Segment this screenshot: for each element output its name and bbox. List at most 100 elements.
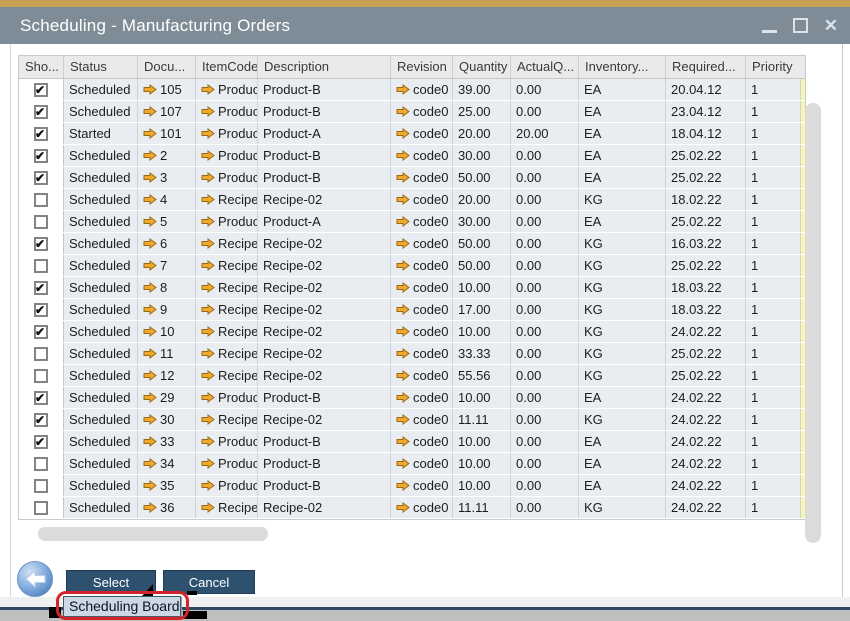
link-arrow-icon[interactable] — [201, 304, 215, 315]
row-checkbox[interactable]: ✔ — [34, 369, 48, 383]
row-checkbox[interactable]: ✔ — [34, 237, 48, 251]
link-arrow-icon[interactable] — [201, 458, 215, 469]
row-checkbox[interactable]: ✔ — [34, 457, 48, 471]
row-checkbox[interactable]: ✔ — [34, 435, 48, 449]
link-arrow-icon[interactable] — [143, 392, 157, 403]
row-checkbox[interactable]: ✔ — [34, 479, 48, 493]
row-checkbox[interactable]: ✔ — [34, 501, 48, 515]
row-checkbox[interactable]: ✔ — [34, 215, 48, 229]
maximize-icon[interactable] — [793, 18, 808, 33]
link-arrow-icon[interactable] — [143, 370, 157, 381]
row-checkbox[interactable]: ✔ — [34, 83, 48, 97]
link-arrow-icon[interactable] — [143, 216, 157, 227]
link-arrow-icon[interactable] — [143, 172, 157, 183]
row-checkbox[interactable]: ✔ — [34, 303, 48, 317]
link-arrow-icon[interactable] — [143, 84, 157, 95]
link-arrow-icon[interactable] — [396, 150, 410, 161]
link-arrow-icon[interactable] — [143, 348, 157, 359]
table-row[interactable]: ✔ Scheduled 33 Product-B Product-B code0… — [19, 431, 805, 453]
link-arrow-icon[interactable] — [201, 194, 215, 205]
link-arrow-icon[interactable] — [201, 436, 215, 447]
link-arrow-icon[interactable] — [201, 392, 215, 403]
back-arrow-button[interactable] — [16, 560, 54, 598]
link-arrow-icon[interactable] — [201, 150, 215, 161]
row-checkbox[interactable]: ✔ — [34, 347, 48, 361]
link-arrow-icon[interactable] — [201, 326, 215, 337]
link-arrow-icon[interactable] — [143, 282, 157, 293]
table-row[interactable]: ✔ Scheduled 34 Product-B Product-B code0… — [19, 453, 805, 475]
table-row[interactable]: ✔ Scheduled 2 Product-B Product-B code0 … — [19, 145, 805, 167]
link-arrow-icon[interactable] — [201, 370, 215, 381]
link-arrow-icon[interactable] — [143, 414, 157, 425]
link-arrow-icon[interactable] — [396, 282, 410, 293]
select-button[interactable]: Select — [66, 570, 156, 594]
table-row[interactable]: ✔ Scheduled 107 Product-B Product-B code… — [19, 101, 805, 123]
link-arrow-icon[interactable] — [396, 194, 410, 205]
link-arrow-icon[interactable] — [143, 238, 157, 249]
link-arrow-icon[interactable] — [201, 238, 215, 249]
table-row[interactable]: ✔ Scheduled 10 Recipe-02 Recipe-02 code0… — [19, 321, 805, 343]
link-arrow-icon[interactable] — [143, 260, 157, 271]
link-arrow-icon[interactable] — [396, 502, 410, 513]
row-checkbox[interactable]: ✔ — [34, 413, 48, 427]
minimize-icon[interactable] — [762, 30, 777, 33]
table-row[interactable]: ✔ Scheduled 8 Recipe-02 Recipe-02 code0 … — [19, 277, 805, 299]
table-row[interactable]: ✔ Scheduled 12 Recipe-02 Recipe-02 code0… — [19, 365, 805, 387]
table-row[interactable]: ✔ Scheduled 6 Recipe-02 Recipe-02 code0 … — [19, 233, 805, 255]
link-arrow-icon[interactable] — [143, 458, 157, 469]
table-row[interactable]: ✔ Scheduled 11 Recipe-02 Recipe-02 code0… — [19, 343, 805, 365]
titlebar[interactable]: Scheduling - Manufacturing Orders ✕ — [0, 7, 850, 44]
link-arrow-icon[interactable] — [396, 128, 410, 139]
row-checkbox[interactable]: ✔ — [34, 127, 48, 141]
table-row[interactable]: ✔ Scheduled 4 Recipe-02 Recipe-02 code0 … — [19, 189, 805, 211]
link-arrow-icon[interactable] — [201, 282, 215, 293]
table-row[interactable]: ✔ Scheduled 36 Recipe-02 Recipe-02 code0… — [19, 497, 805, 519]
row-checkbox[interactable]: ✔ — [34, 149, 48, 163]
link-arrow-icon[interactable] — [143, 194, 157, 205]
link-arrow-icon[interactable] — [396, 458, 410, 469]
link-arrow-icon[interactable] — [143, 304, 157, 315]
link-arrow-icon[interactable] — [396, 304, 410, 315]
row-checkbox[interactable]: ✔ — [34, 193, 48, 207]
link-arrow-icon[interactable] — [201, 216, 215, 227]
link-arrow-icon[interactable] — [396, 260, 410, 271]
row-checkbox[interactable]: ✔ — [34, 259, 48, 273]
link-arrow-icon[interactable] — [396, 216, 410, 227]
row-checkbox[interactable]: ✔ — [34, 171, 48, 185]
link-arrow-icon[interactable] — [396, 172, 410, 183]
link-arrow-icon[interactable] — [201, 260, 215, 271]
link-arrow-icon[interactable] — [201, 128, 215, 139]
link-arrow-icon[interactable] — [396, 370, 410, 381]
link-arrow-icon[interactable] — [143, 436, 157, 447]
row-checkbox[interactable]: ✔ — [34, 391, 48, 405]
row-checkbox[interactable]: ✔ — [34, 281, 48, 295]
table-row[interactable]: ✔ Scheduled 3 Product-B Product-B code0 … — [19, 167, 805, 189]
link-arrow-icon[interactable] — [201, 106, 215, 117]
link-arrow-icon[interactable] — [396, 392, 410, 403]
table-row[interactable]: ✔ Scheduled 7 Recipe-02 Recipe-02 code0 … — [19, 255, 805, 277]
link-arrow-icon[interactable] — [396, 436, 410, 447]
horizontal-scrollbar-thumb[interactable] — [38, 527, 268, 541]
row-checkbox[interactable]: ✔ — [34, 325, 48, 339]
link-arrow-icon[interactable] — [396, 348, 410, 359]
link-arrow-icon[interactable] — [396, 106, 410, 117]
table-row[interactable]: ✔ Scheduled 35 Product-B Product-B code0… — [19, 475, 805, 497]
link-arrow-icon[interactable] — [143, 128, 157, 139]
cancel-button[interactable]: Cancel — [163, 570, 255, 594]
table-row[interactable]: ✔ Scheduled 5 Product-A Product-A code0 … — [19, 211, 805, 233]
table-row[interactable]: ✔ Started 101 Product-A Product-A code0 … — [19, 123, 805, 145]
link-arrow-icon[interactable] — [396, 480, 410, 491]
link-arrow-icon[interactable] — [201, 414, 215, 425]
link-arrow-icon[interactable] — [201, 348, 215, 359]
link-arrow-icon[interactable] — [201, 172, 215, 183]
table-row[interactable]: ✔ Scheduled 30 Recipe-02 Recipe-02 code0… — [19, 409, 805, 431]
link-arrow-icon[interactable] — [143, 502, 157, 513]
table-row[interactable]: ✔ Scheduled 9 Recipe-02 Recipe-02 code0 … — [19, 299, 805, 321]
link-arrow-icon[interactable] — [201, 502, 215, 513]
link-arrow-icon[interactable] — [143, 106, 157, 117]
link-arrow-icon[interactable] — [396, 326, 410, 337]
table-row[interactable]: ✔ Scheduled 29 Product-B Product-B code0… — [19, 387, 805, 409]
link-arrow-icon[interactable] — [396, 84, 410, 95]
link-arrow-icon[interactable] — [143, 150, 157, 161]
link-arrow-icon[interactable] — [143, 480, 157, 491]
